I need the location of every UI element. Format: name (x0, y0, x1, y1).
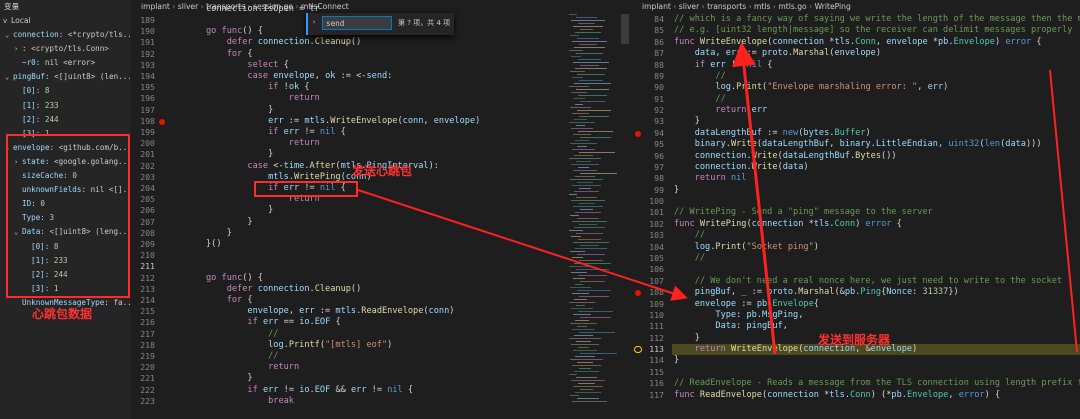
arrow-to-writeenvelope (731, 42, 777, 355)
annotation-arrows (357, 42, 1078, 355)
arrow-envelope-to-data (1049, 69, 1078, 353)
arrow-to-writeping (357, 189, 688, 301)
